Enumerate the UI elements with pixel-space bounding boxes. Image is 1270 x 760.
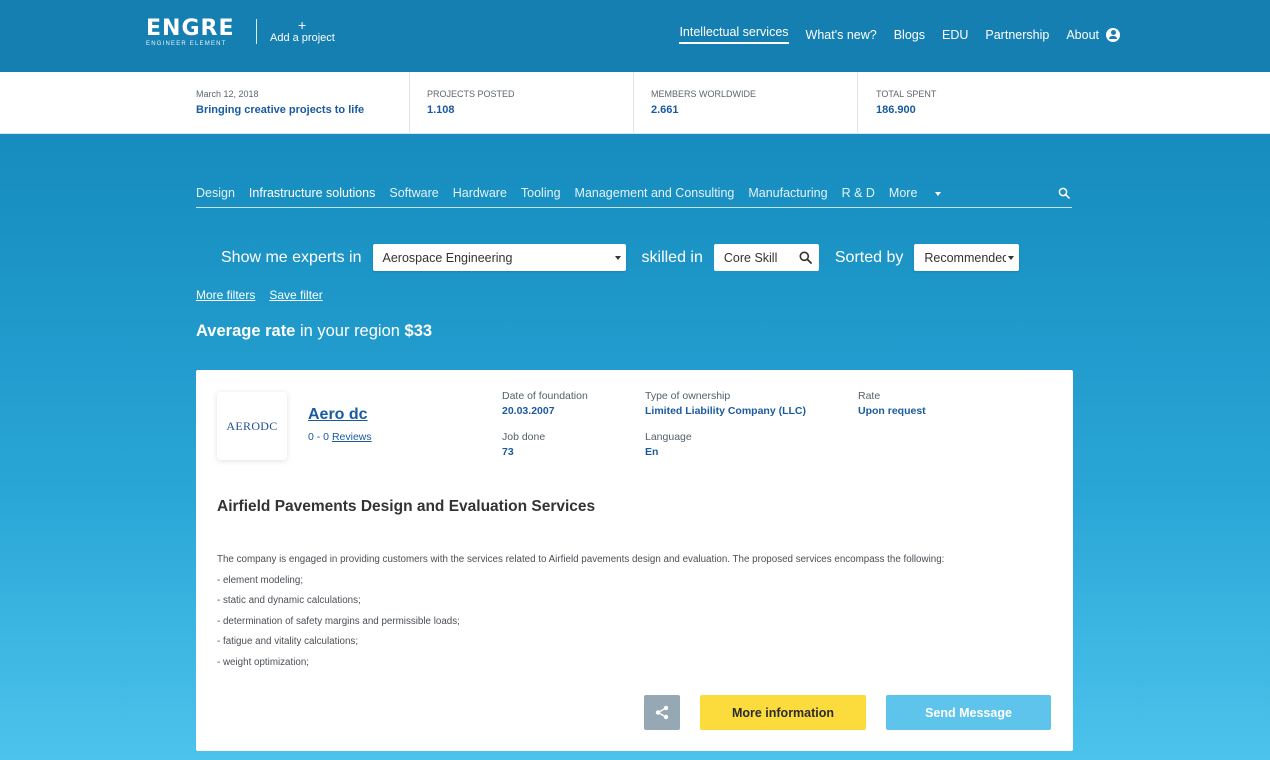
- stat-label: MEMBERS WORLDWIDE: [651, 89, 757, 99]
- chevron-down-icon: [614, 256, 621, 260]
- expert-filter: Show me experts in Aerospace Engineering…: [221, 244, 1020, 271]
- category-rnd[interactable]: R & D: [842, 186, 875, 207]
- share-button[interactable]: [644, 695, 680, 730]
- company-logo-text: AERODC: [226, 418, 278, 433]
- company-card: AERODC Aero dc 0 - 0 Reviews Date of fou…: [196, 370, 1073, 751]
- filter-links: More filters Save filter: [196, 288, 323, 302]
- search-icon: [799, 251, 812, 264]
- meta-rate: Rate Upon request: [858, 390, 926, 417]
- meta-value: En: [645, 446, 659, 458]
- meta-value: 20.03.2007: [502, 405, 555, 417]
- logo[interactable]: ENGRE ENGINEER ELEMENT: [146, 18, 234, 48]
- more-filters-link[interactable]: More filters: [196, 288, 255, 302]
- meta-value: Upon request: [858, 405, 926, 417]
- main-nav: Intellectual services What's new? Blogs …: [679, 25, 1120, 44]
- skill-search-input[interactable]: Core Skill: [713, 244, 819, 271]
- category-software[interactable]: Software: [389, 186, 438, 207]
- stat-value: Bringing creative projects to life: [196, 104, 365, 116]
- service-title: Airfield Pavements Design and Evaluation…: [217, 498, 596, 515]
- meta-value: 73: [502, 446, 514, 458]
- user-circle-icon[interactable]: [1106, 27, 1120, 42]
- meta-job-done: Job done 73: [502, 431, 545, 458]
- stat-members-worldwide: MEMBERS WORLDWIDE 2.661: [633, 72, 756, 134]
- add-project-label: Add a project: [270, 32, 335, 44]
- category-manufacturing[interactable]: Manufacturing: [748, 186, 827, 207]
- meta-value: Limited Liability Company (LLC): [645, 405, 807, 417]
- chevron-down-icon: [1008, 256, 1015, 260]
- filter-sorted-by-label: Sorted by: [834, 248, 904, 266]
- company-rating: 0 - 0 Reviews: [308, 431, 372, 443]
- nav-intellectual-services[interactable]: Intellectual services: [679, 25, 789, 44]
- send-message-button[interactable]: Send Message: [886, 695, 1051, 730]
- description-line: The company is engaged in providing cust…: [217, 554, 945, 565]
- stat-date: March 12, 2018 Bringing creative project…: [196, 72, 364, 134]
- chevron-down-icon: [935, 191, 942, 196]
- top-bar: ENGRE ENGINEER ELEMENT + Add a project I…: [0, 0, 1270, 72]
- plus-icon: +: [298, 17, 307, 33]
- average-rate-region: in your region: [295, 322, 405, 340]
- description-line: - weight optimization;: [217, 656, 310, 668]
- category-management-consulting[interactable]: Management and Consulting: [575, 186, 735, 207]
- logo-text: ENGRE: [146, 16, 235, 41]
- skill-placeholder: Core Skill: [723, 250, 778, 265]
- filter-show-me-label: Show me experts in: [221, 248, 362, 266]
- meta-label: Type of ownership: [645, 390, 731, 402]
- share-icon: [655, 705, 669, 720]
- category-more[interactable]: More: [888, 186, 942, 207]
- service-description: The company is engaged in providing cust…: [217, 550, 1057, 673]
- category-nav: Design Infrastructure solutions Software…: [196, 186, 1072, 208]
- meta-foundation: Date of foundation 20.03.2007: [502, 390, 588, 417]
- category-infrastructure-solutions[interactable]: Infrastructure solutions: [249, 186, 375, 207]
- category-design[interactable]: Design: [196, 186, 235, 207]
- rating-value: 0 - 0: [308, 431, 332, 443]
- average-rate: Average rate in your region $33: [196, 322, 432, 341]
- stat-label: TOTAL SPENT: [876, 89, 937, 99]
- description-line: - fatigue and vitality calculations;: [217, 636, 359, 647]
- description-line: - static and dynamic calculations;: [217, 595, 361, 606]
- sort-select[interactable]: Recommended: [914, 244, 1020, 271]
- logo-subtitle: ENGINEER ELEMENT: [146, 41, 227, 47]
- meta-label: Job done: [502, 431, 546, 443]
- sort-select-value: Recommended: [924, 250, 1007, 265]
- filter-skilled-in-label: skilled in: [641, 248, 703, 266]
- meta-language: Language En: [645, 431, 692, 458]
- average-rate-amount: $33: [404, 322, 433, 340]
- meta-label: Rate: [858, 390, 881, 402]
- description-line: - determination of safety margins and pe…: [217, 615, 460, 627]
- field-select-value: Aerospace Engineering: [382, 250, 513, 265]
- category-tooling[interactable]: Tooling: [521, 186, 561, 207]
- meta-label: Date of foundation: [502, 390, 588, 402]
- category-more-label: More: [888, 186, 918, 200]
- stat-value: 186.900: [876, 104, 916, 116]
- nav-about[interactable]: About: [1066, 28, 1099, 42]
- field-select[interactable]: Aerospace Engineering: [372, 244, 626, 271]
- nav-blogs[interactable]: Blogs: [894, 28, 925, 42]
- meta-label: Language: [645, 431, 692, 443]
- search-icon[interactable]: [1058, 187, 1070, 199]
- category-hardware[interactable]: Hardware: [453, 186, 507, 207]
- nav-edu[interactable]: EDU: [942, 28, 968, 42]
- nav-whats-new[interactable]: What's new?: [806, 28, 877, 42]
- meta-ownership: Type of ownership Limited Liability Comp…: [645, 390, 806, 417]
- company-logo[interactable]: AERODC: [217, 392, 287, 460]
- company-name-link[interactable]: Aero dc: [308, 406, 368, 424]
- more-information-button[interactable]: More information: [700, 695, 866, 730]
- average-rate-label: Average rate: [196, 322, 296, 340]
- stat-projects-posted: PROJECTS POSTED 1.108: [409, 72, 515, 134]
- save-filter-link[interactable]: Save filter: [269, 288, 322, 302]
- description-line: - element modeling;: [217, 574, 304, 586]
- reviews-link[interactable]: Reviews: [332, 431, 372, 443]
- stat-label: PROJECTS POSTED: [427, 89, 515, 99]
- stat-total-spent: TOTAL SPENT 186.900: [858, 72, 936, 134]
- stat-value: 1.108: [427, 104, 455, 116]
- stat-value: 2.661: [651, 104, 679, 116]
- nav-partnership[interactable]: Partnership: [985, 28, 1049, 42]
- logo-divider: [256, 19, 257, 44]
- stat-label: March 12, 2018: [196, 89, 259, 99]
